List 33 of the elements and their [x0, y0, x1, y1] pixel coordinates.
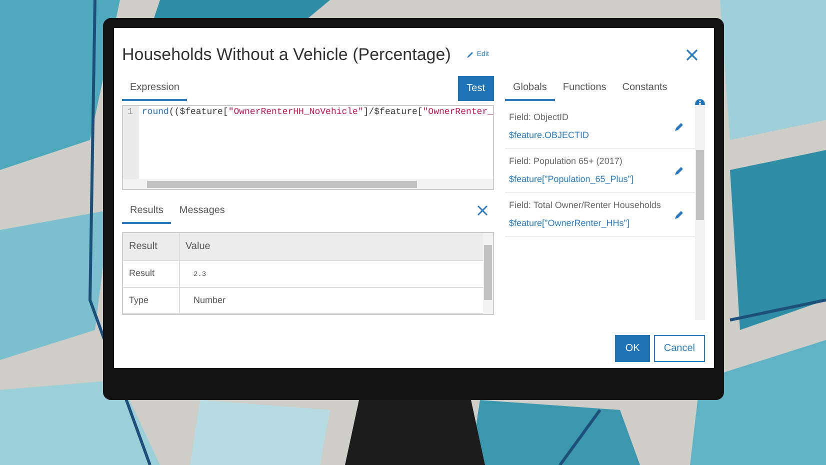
result-tab[interactable]: Messages: [171, 199, 233, 224]
expression-tab[interactable]: Expression: [122, 76, 188, 101]
field-label: Field: ObjectID: [509, 111, 570, 124]
table-cell: Result: [123, 260, 179, 287]
column-header: Result: [123, 233, 179, 260]
field-expression: $feature["Population_65_Plus"]: [509, 172, 634, 186]
side-tab[interactable]: Globals: [505, 76, 555, 101]
result-tab[interactable]: Results: [122, 199, 172, 224]
side-tab[interactable]: Functions: [554, 76, 614, 101]
pencil-icon[interactable]: [675, 122, 683, 130]
column-header: Value: [179, 233, 483, 260]
vertical-scrollbar[interactable]: [483, 233, 493, 314]
table-cell: Type: [123, 287, 179, 314]
test-button[interactable]: Test: [458, 76, 494, 101]
pencil-icon: [466, 52, 473, 58]
dialog-title: Households Without a Vehicle (Percentage): [122, 44, 451, 66]
line-number: 1: [126, 106, 133, 119]
close-icon[interactable]: [686, 49, 698, 61]
field-expression: $feature["OwnerRenter_HHs"]: [509, 216, 630, 230]
vertical-scrollbar[interactable]: [695, 105, 705, 320]
horizontal-scrollbar[interactable]: [123, 179, 493, 189]
cancel-button[interactable]: Cancel: [654, 335, 705, 362]
close-icon[interactable]: [477, 205, 488, 216]
table-cell: Number: [186, 286, 234, 312]
code-line: round(($feature["OwnerRenterHH_NoVehicle"]/$feature["OwnerRenter_: [140, 106, 493, 119]
field-expression: $feature.OBJECTID: [509, 128, 590, 142]
pencil-icon[interactable]: [675, 166, 683, 174]
side-tab[interactable]: Constants: [614, 76, 676, 101]
pencil-icon[interactable]: [675, 210, 683, 218]
ok-button[interactable]: OK: [615, 335, 650, 362]
code-editor[interactable]: 1 round(($feature["OwnerRenterHH_NoVehicle"]/$feature["OwnerRenter_: [122, 105, 494, 190]
field-label: Field: Total Owner/Renter Households: [509, 199, 662, 212]
field-label: Field: Population 65+ (2017): [509, 155, 624, 168]
